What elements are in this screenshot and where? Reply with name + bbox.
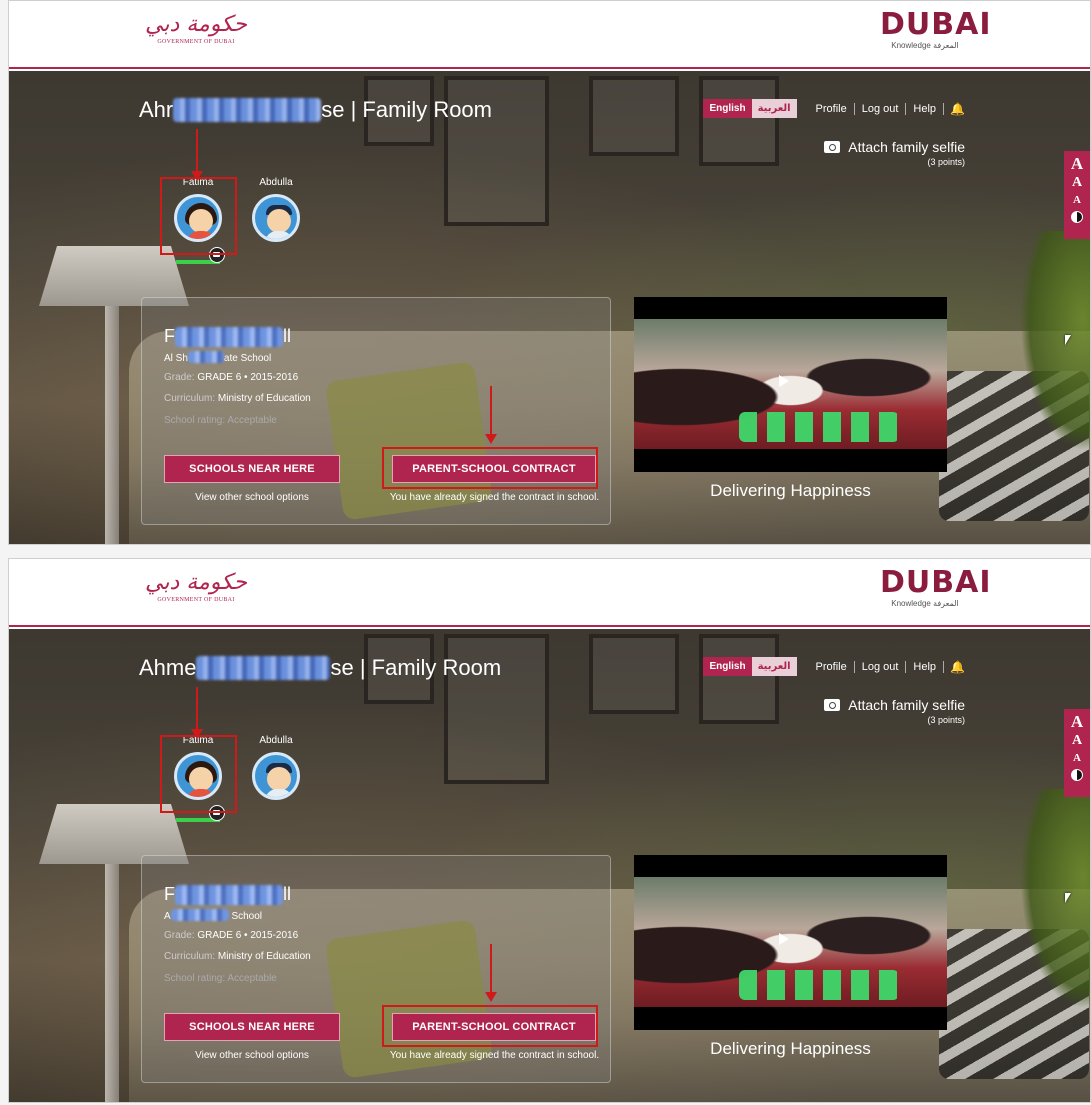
camera-icon <box>824 141 841 153</box>
avatar <box>252 752 300 800</box>
site-header: حكومة دبي GOVERNMENT OF DUBAI DUBAI Know… <box>9 1 1090 69</box>
attach-family-selfie[interactable]: Attach family selfie (3 points) <box>824 139 965 167</box>
play-icon[interactable] <box>779 375 789 387</box>
schools-near-here-caption: View other school options <box>195 492 309 503</box>
child-abdulla[interactable]: Abdulla <box>239 177 313 242</box>
avatar <box>174 752 222 800</box>
student-name: Fll <box>164 884 291 905</box>
annotation-arrow <box>485 944 497 1002</box>
page-title: Ahr se | Family Room <box>139 97 492 122</box>
help-link[interactable]: Help <box>906 102 945 115</box>
annotation-arrow <box>191 129 203 181</box>
logout-link[interactable]: Log out <box>855 102 907 115</box>
redacted-student <box>175 885 283 905</box>
wall-frame <box>589 76 679 156</box>
font-size-small-button[interactable]: A <box>1064 192 1090 208</box>
child-fatima[interactable]: Fatima <box>161 177 235 264</box>
mouse-cursor-icon <box>1065 893 1071 903</box>
child-fatima[interactable]: Fatima <box>161 735 235 822</box>
logout-link[interactable]: Log out <box>855 660 907 673</box>
top-nav: English العربية Profile Log out Help 🔔 <box>703 99 965 118</box>
plant <box>1020 789 1090 1009</box>
video-caption: Delivering Happiness <box>710 481 871 500</box>
language-arabic-button[interactable]: العربية <box>751 657 797 676</box>
contract-status-caption: You have already signed the contract in … <box>389 1050 600 1061</box>
student-name: Fll <box>164 326 291 347</box>
bell-icon[interactable]: 🔔 <box>944 660 965 674</box>
family-room-background: Ahme se | Family Room English العربية Pro… <box>9 629 1090 1102</box>
profile-link[interactable]: Profile <box>809 102 855 115</box>
language-arabic-button[interactable]: العربية <box>751 99 797 118</box>
school-rating-row: School rating: Acceptable <box>164 415 277 426</box>
screenshot-bottom: حكومة دبي GOVERNMENT OF DUBAI DUBAI Know… <box>8 558 1091 1103</box>
screenshot-top: حكومة دبي GOVERNMENT OF DUBAI DUBAI Know… <box>8 0 1091 545</box>
redacted-school <box>170 909 229 921</box>
font-size-large-button[interactable]: A <box>1064 154 1090 174</box>
schools-near-here-button[interactable]: SCHOOLS NEAR HERE <box>164 455 340 483</box>
school-name: Al Sh ate School <box>164 351 272 364</box>
font-size-small-button[interactable]: A <box>1064 750 1090 766</box>
curriculum-row: Curriculum: Ministry of Education <box>164 393 311 404</box>
language-english-button[interactable]: English <box>703 99 752 118</box>
accessibility-toolbar: A A A <box>1064 709 1090 797</box>
video-player[interactable] <box>634 297 947 472</box>
schools-near-here-button[interactable]: SCHOOLS NEAR HERE <box>164 1013 340 1041</box>
lamp-stand <box>105 306 119 544</box>
redacted-student <box>175 327 283 347</box>
student-info-card: Fll A School Grade: GRADE 6 • 2015-2016 … <box>141 855 611 1083</box>
contrast-icon[interactable] <box>1071 211 1083 223</box>
school-rating-row: School rating: Acceptable <box>164 973 277 984</box>
contract-status-caption: You have already signed the contract in … <box>389 492 600 503</box>
avatar <box>174 194 222 242</box>
wall-frame <box>699 76 779 166</box>
dubai-knowledge-logo[interactable]: DUBAI Knowledge المعرفة <box>880 9 991 61</box>
student-info-card: Fll Al Sh ate School Grade: GRADE 6 • 201… <box>141 297 611 525</box>
plant <box>1020 231 1090 451</box>
play-icon[interactable] <box>779 933 789 945</box>
curriculum-row: Curriculum: Ministry of Education <box>164 951 311 962</box>
redacted-name <box>173 98 322 122</box>
schools-near-here-caption: View other school options <box>195 1050 309 1061</box>
government-of-dubai-logo[interactable]: حكومة دبي GOVERNMENT OF DUBAI <box>141 569 251 619</box>
annotation-arrow <box>485 386 497 444</box>
school-name: A School <box>164 909 263 922</box>
font-size-medium-button[interactable]: A <box>1064 174 1090 192</box>
contrast-icon[interactable] <box>1071 769 1083 781</box>
page-title: Ahme se | Family Room <box>139 655 502 680</box>
profile-link[interactable]: Profile <box>809 660 855 673</box>
government-of-dubai-logo[interactable]: حكومة دبي GOVERNMENT OF DUBAI <box>141 11 251 61</box>
wall-frame <box>699 634 779 724</box>
annotation-arrow <box>191 687 203 739</box>
camera-icon[interactable] <box>209 805 225 821</box>
top-nav: English العربية Profile Log out Help 🔔 <box>703 657 965 676</box>
child-abdulla[interactable]: Abdulla <box>239 735 313 800</box>
video-caption: Delivering Happiness <box>710 1039 871 1058</box>
camera-icon[interactable] <box>209 247 225 263</box>
mouse-cursor-icon <box>1065 335 1071 345</box>
parent-school-contract-button[interactable]: PARENT-SCHOOL CONTRACT <box>392 455 596 483</box>
font-size-medium-button[interactable]: A <box>1064 732 1090 750</box>
bell-icon[interactable]: 🔔 <box>944 102 965 116</box>
attach-family-selfie[interactable]: Attach family selfie (3 points) <box>824 697 965 725</box>
family-room-background: Ahr se | Family Room English العربية Prof… <box>9 71 1090 544</box>
grade-row: Grade: GRADE 6 • 2015-2016 <box>164 930 299 941</box>
avatar <box>252 194 300 242</box>
help-link[interactable]: Help <box>906 660 945 673</box>
language-english-button[interactable]: English <box>703 657 752 676</box>
camera-icon <box>824 699 841 711</box>
redacted-school <box>187 351 224 363</box>
grade-row: Grade: GRADE 6 • 2015-2016 <box>164 372 299 383</box>
accessibility-toolbar: A A A <box>1064 151 1090 239</box>
parent-school-contract-button[interactable]: PARENT-SCHOOL CONTRACT <box>392 1013 596 1041</box>
site-header: حكومة دبي GOVERNMENT OF DUBAI DUBAI Know… <box>9 559 1090 627</box>
video-player[interactable] <box>634 855 947 1030</box>
font-size-large-button[interactable]: A <box>1064 712 1090 732</box>
redacted-name <box>196 656 331 680</box>
dubai-knowledge-logo[interactable]: DUBAI Knowledge المعرفة <box>880 567 991 619</box>
lamp-stand <box>105 864 119 1102</box>
wall-frame <box>589 634 679 714</box>
